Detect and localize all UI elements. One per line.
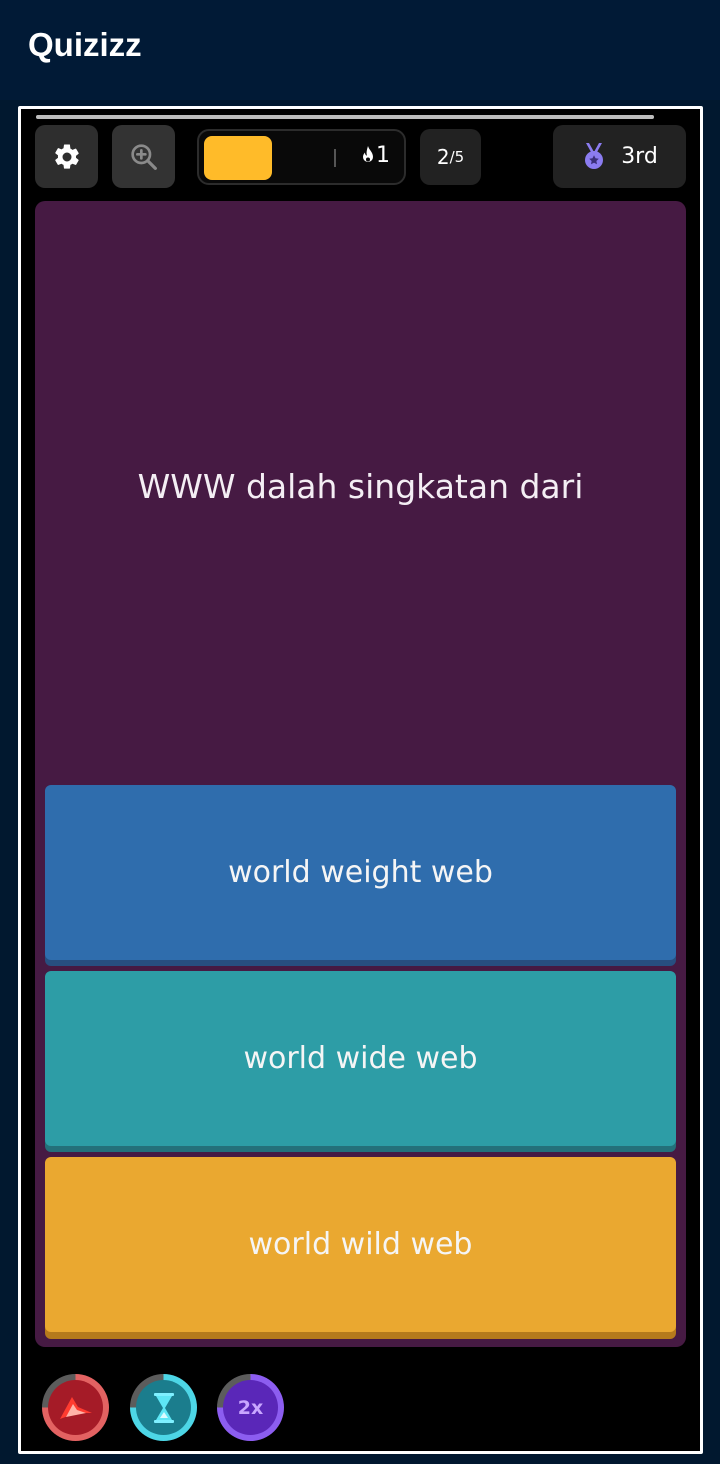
answer-option-2[interactable]: world wide web bbox=[45, 971, 676, 1146]
powerup-inner bbox=[48, 1380, 103, 1435]
zoom-in-icon bbox=[130, 143, 157, 170]
question-text: WWW dalah singkatan dari bbox=[137, 467, 584, 506]
zoom-button[interactable] bbox=[112, 125, 175, 188]
streak-booster-icon bbox=[59, 1396, 92, 1419]
flame-icon bbox=[363, 145, 373, 162]
answer-option-3[interactable]: world wild web bbox=[45, 1157, 676, 1332]
rank-label: 3rd bbox=[621, 144, 658, 169]
powerup-time-freeze[interactable] bbox=[130, 1374, 197, 1441]
streak-count: 1 bbox=[376, 143, 390, 168]
gear-icon bbox=[54, 143, 79, 169]
medal-icon bbox=[585, 142, 604, 169]
hourglass-icon bbox=[153, 1392, 174, 1423]
question-timer-fill bbox=[36, 115, 654, 119]
title-bar: Quizizz bbox=[0, 0, 720, 100]
quiz-frame: 1 2/5 3rd WWW dalah singkatan dari world… bbox=[18, 106, 703, 1454]
question-total: /5 bbox=[449, 148, 465, 166]
powerup-double-points[interactable]: 2x bbox=[217, 1374, 284, 1441]
question-card: WWW dalah singkatan dari world weight we… bbox=[35, 201, 686, 1347]
answer-option-label: world wide web bbox=[243, 1041, 478, 1076]
score-progress-fill bbox=[204, 136, 272, 180]
question-current: 2 bbox=[436, 145, 450, 169]
streak-counter: 1 bbox=[360, 143, 390, 168]
progress-divider bbox=[334, 149, 336, 167]
score-progress-bar: 1 bbox=[197, 129, 406, 185]
settings-button[interactable] bbox=[35, 125, 98, 188]
answer-option-1[interactable]: world weight web bbox=[45, 785, 676, 960]
question-counter: 2/5 bbox=[420, 129, 481, 185]
answer-option-label: world weight web bbox=[228, 855, 493, 890]
powerup-streak-booster[interactable] bbox=[42, 1374, 109, 1441]
leaderboard-button[interactable]: 3rd bbox=[553, 125, 686, 188]
answer-option-label: world wild web bbox=[248, 1227, 473, 1262]
question-timer-bar bbox=[36, 115, 654, 119]
powerup-inner: 2x bbox=[223, 1380, 278, 1435]
powerup-inner bbox=[136, 1380, 191, 1435]
app-title: Quizizz bbox=[28, 26, 142, 63]
double-points-icon: 2x bbox=[237, 1396, 264, 1419]
